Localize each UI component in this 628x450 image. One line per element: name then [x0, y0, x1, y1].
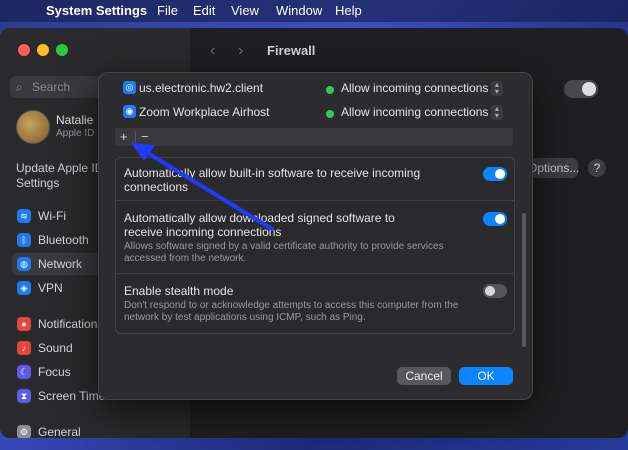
- user-subtitle: Apple ID: [56, 128, 95, 139]
- zoom-window-button[interactable]: [56, 44, 68, 56]
- gear-icon: ⚙: [17, 425, 31, 438]
- firewall-options-sheet: ◎ us.electronic.hw2.client Allow incomin…: [98, 72, 533, 400]
- zoom-icon: ◉: [123, 105, 136, 118]
- option-description: Don't respond to or acknowledge attempts…: [124, 300, 459, 323]
- forward-arrow-icon[interactable]: ›: [238, 42, 243, 60]
- speaker-icon: ♪: [17, 341, 31, 355]
- allow-status-dot: [326, 86, 334, 94]
- network-icon: ◍: [17, 257, 31, 271]
- add-app-button[interactable]: +: [120, 129, 128, 144]
- hourglass-icon: ⧗: [17, 389, 31, 403]
- auto-allow-signed-toggle[interactable]: [483, 212, 507, 226]
- close-window-button[interactable]: [18, 44, 30, 56]
- update-apple-id-link[interactable]: Update Apple ID Settings: [16, 161, 106, 191]
- remove-app-button[interactable]: −: [141, 129, 149, 144]
- menu-file[interactable]: File: [157, 3, 178, 18]
- option-row: Automatically allow built-in software to…: [116, 158, 514, 201]
- cancel-button[interactable]: Cancel: [397, 367, 451, 385]
- avatar[interactable]: [16, 110, 50, 144]
- sidebar-item-label: Network: [38, 257, 83, 271]
- stealth-mode-toggle[interactable]: [483, 284, 507, 298]
- allow-status-dot: [326, 110, 334, 118]
- connection-setting-popup[interactable]: Allow incoming connections: [341, 81, 488, 95]
- menu-bar: System Settings File Edit View Window He…: [0, 0, 628, 22]
- user-name[interactable]: Natalie: [56, 113, 93, 127]
- option-title: Enable stealth mode: [124, 284, 234, 298]
- option-description: Allows software signed by a valid certif…: [124, 241, 444, 264]
- search-icon: ⌕: [16, 80, 23, 94]
- sidebar-item-label: VPN: [38, 281, 63, 295]
- sidebar-item-label: Bluetooth: [38, 233, 89, 247]
- option-row: Enable stealth mode Don't respond to or …: [116, 274, 514, 332]
- sidebar-item-label: Sound: [38, 341, 73, 355]
- auto-allow-builtin-toggle[interactable]: [483, 167, 507, 181]
- option-title: Automatically allow built-in software to…: [124, 166, 421, 194]
- help-button[interactable]: ?: [588, 159, 606, 177]
- sidebar-item-general[interactable]: ⚙ General: [12, 421, 182, 438]
- option-title: Automatically allow downloaded signed so…: [124, 211, 395, 239]
- divider: [135, 131, 136, 143]
- connection-setting-popup[interactable]: Allow incoming connections: [341, 105, 488, 119]
- menu-window[interactable]: Window: [276, 3, 322, 18]
- vpn-icon: ◈: [17, 281, 31, 295]
- app-name: us.electronic.hw2.client: [139, 81, 264, 95]
- options-button-label: Options...: [528, 161, 580, 175]
- app-list: ◎ us.electronic.hw2.client Allow incomin…: [115, 77, 507, 127]
- popup-chevron-icon[interactable]: ▴ ▾: [491, 81, 503, 96]
- minimize-window-button[interactable]: [37, 44, 49, 56]
- bell-icon: ●: [17, 317, 31, 331]
- search-placeholder: Search: [32, 80, 71, 94]
- sidebar-item-label: Notifications: [38, 317, 104, 331]
- bluetooth-icon: ᛒ: [17, 233, 31, 247]
- app-name: Zoom Workplace Airhost: [139, 105, 270, 119]
- list-item[interactable]: ◎ us.electronic.hw2.client Allow incomin…: [115, 77, 507, 101]
- sidebar-item-label: Focus: [38, 365, 71, 379]
- options-group: Automatically allow built-in software to…: [115, 157, 515, 334]
- sidebar-item-label: General: [38, 425, 81, 438]
- menu-app-name[interactable]: System Settings: [46, 3, 147, 18]
- firewall-toggle[interactable]: [564, 80, 598, 98]
- ok-button[interactable]: OK: [459, 367, 513, 385]
- menu-help[interactable]: Help: [335, 3, 362, 18]
- wifi-icon: ≋: [17, 209, 31, 223]
- list-item[interactable]: ◉ Zoom Workplace Airhost Allow incoming …: [115, 101, 507, 125]
- scrollbar[interactable]: [522, 213, 526, 347]
- menu-view[interactable]: View: [231, 3, 259, 18]
- page-title: Firewall: [267, 43, 316, 58]
- popup-chevron-icon[interactable]: ▴ ▾: [491, 105, 503, 120]
- back-arrow-icon[interactable]: ‹: [210, 42, 215, 60]
- sidebar-item-label: Screen Time: [38, 389, 106, 403]
- moon-icon: ☾: [17, 365, 31, 379]
- globe-icon: ◎: [123, 81, 136, 94]
- sidebar-item-label: Wi-Fi: [38, 209, 66, 223]
- menu-edit[interactable]: Edit: [193, 3, 215, 18]
- add-remove-bar: + −: [115, 128, 513, 146]
- option-row: Automatically allow downloaded signed so…: [116, 201, 514, 274]
